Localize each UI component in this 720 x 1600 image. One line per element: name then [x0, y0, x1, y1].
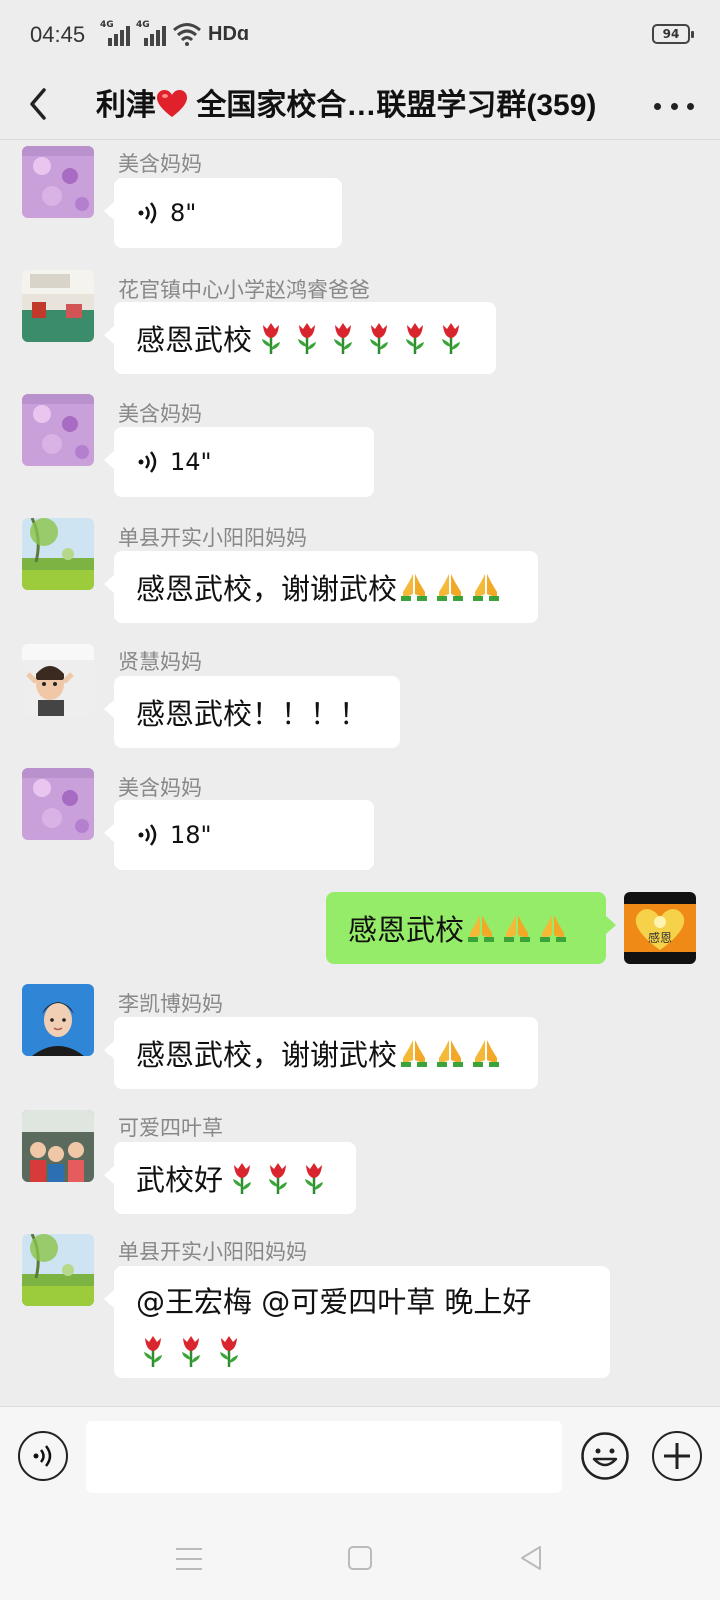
status-time: 04:45 — [30, 22, 86, 47]
text-message[interactable]: 感恩武校！！！！ — [104, 676, 400, 748]
nav-back-icon[interactable] — [518, 1544, 544, 1572]
system-navigation-bar — [0, 1524, 720, 1600]
voice-wave-icon — [138, 202, 157, 224]
tulip-emoji-icon — [269, 1163, 288, 1194]
text-message[interactable]: 感恩武校，谢谢武校 — [104, 1017, 538, 1089]
text-message[interactable]: 感恩武校 — [104, 302, 496, 374]
avatar[interactable] — [22, 518, 94, 590]
battery-level: 94 — [662, 27, 680, 41]
text-message[interactable]: 武校好 — [104, 1142, 356, 1214]
input-bar — [0, 1406, 720, 1524]
avatar[interactable] — [22, 146, 94, 218]
emoji-group — [229, 1161, 327, 1195]
avatar[interactable] — [22, 644, 94, 716]
battery-icon: 94 — [652, 24, 694, 44]
message-list[interactable]: 美含妈妈 8" 花官镇中心小学赵鸿睿爸爸 感恩武校 美含妈妈 14" 单县开实小… — [0, 140, 720, 1406]
home-icon[interactable] — [348, 1546, 372, 1570]
voice-message[interactable]: 8" — [104, 178, 342, 248]
status-bar: 04:45 4G 4G HDɑ 94 — [0, 0, 720, 72]
message-text: 武校好 — [136, 1163, 224, 1197]
chat-header: 利津 全国家校合…联盟学习群(359) — [0, 72, 720, 140]
sender-name: 美含妈妈 — [118, 402, 202, 426]
own-text-message[interactable]: 感恩武校 — [326, 892, 616, 964]
chat-title-text: 全国家校合…联盟学习群(359) — [188, 89, 597, 122]
tulip-emoji-icon — [144, 1336, 162, 1367]
voice-input-button[interactable] — [18, 1431, 68, 1481]
voice-duration: 18" — [170, 821, 212, 849]
message-text: 感恩武校 — [136, 323, 253, 357]
voice-wave-icon — [138, 451, 157, 473]
emoji-group — [399, 1038, 501, 1068]
hd-voice-label: HDɑ — [208, 22, 250, 45]
avatar[interactable] — [22, 1110, 94, 1182]
tulip-emoji-icon — [370, 323, 389, 354]
avatar[interactable] — [22, 984, 94, 1056]
folded-hands-emoji-icon — [401, 574, 428, 601]
emoji-button-icon[interactable] — [580, 1431, 630, 1481]
tulip-emoji-icon — [442, 323, 461, 354]
sender-name: 李凯博妈妈 — [118, 992, 223, 1016]
status-icons: 4G 4G HDɑ — [100, 20, 250, 46]
tulip-emoji-icon — [262, 323, 281, 354]
recent-apps-icon[interactable] — [176, 1548, 202, 1570]
emoji-group — [466, 913, 568, 943]
back-arrow-icon[interactable] — [20, 82, 60, 126]
voice-duration: 14" — [170, 448, 212, 476]
folded-hands-emoji-icon — [437, 1040, 464, 1067]
folded-hands-emoji-icon — [473, 1040, 500, 1067]
folded-hands-emoji-icon — [437, 574, 464, 601]
message-text: @王宏梅 @可爱四叶草 晚上好 — [136, 1285, 532, 1319]
folded-hands-emoji-icon — [401, 1040, 428, 1067]
voice-wave-icon — [138, 824, 157, 846]
message-text: 感恩武校 — [348, 913, 465, 947]
sender-name: 贤慧妈妈 — [118, 650, 202, 674]
tulip-emoji-icon — [334, 323, 353, 354]
tulip-emoji-icon — [298, 323, 317, 354]
cell-signal-icon: 4G — [100, 20, 130, 46]
folded-hands-emoji-icon — [540, 915, 567, 942]
avatar[interactable] — [22, 768, 94, 840]
emoji-group — [140, 1334, 242, 1368]
voice-duration: 8" — [170, 199, 197, 227]
voice-message[interactable]: 14" — [104, 427, 374, 497]
tulip-emoji-icon — [220, 1336, 238, 1367]
sender-name: 可爱四叶草 — [118, 1116, 223, 1140]
tulip-emoji-icon — [406, 323, 425, 354]
avatar[interactable] — [22, 394, 94, 466]
tulip-emoji-icon — [233, 1163, 252, 1194]
tulip-emoji-icon — [182, 1336, 200, 1367]
avatar[interactable] — [22, 1234, 94, 1306]
cell-signal-icon: 4G — [136, 20, 166, 46]
text-message[interactable]: @王宏梅 @可爱四叶草 晚上好 — [104, 1266, 610, 1378]
folded-hands-emoji-icon — [504, 915, 531, 942]
chat-title: 利津 全国家校合…联盟学习群(359) — [96, 80, 626, 124]
message-text: 感恩武校，谢谢武校 — [136, 572, 398, 606]
folded-hands-emoji-icon — [468, 915, 495, 942]
message-input[interactable] — [86, 1421, 562, 1493]
message-text: 感恩武校！！！！ — [136, 697, 369, 731]
avatar[interactable] — [22, 270, 94, 342]
voice-message[interactable]: 18" — [104, 800, 374, 870]
more-options-icon[interactable] — [654, 86, 694, 126]
wifi-icon — [173, 23, 201, 46]
tulip-emoji-icon — [305, 1163, 324, 1194]
emoji-group — [399, 572, 501, 602]
avatar-caption: 感恩 — [648, 930, 672, 945]
sender-name: 单县开实小阳阳妈妈 — [118, 526, 307, 550]
folded-hands-emoji-icon — [473, 574, 500, 601]
message-text: 感恩武校，谢谢武校 — [136, 1038, 398, 1072]
sender-name: 美含妈妈 — [118, 776, 202, 800]
sender-name: 花官镇中心小学赵鸿睿爸爸 — [118, 278, 370, 302]
red-heart-icon — [157, 90, 187, 117]
more-functions-button[interactable] — [652, 1431, 702, 1481]
sender-name: 单县开实小阳阳妈妈 — [118, 1240, 307, 1264]
emoji-group — [258, 321, 464, 355]
own-avatar[interactable]: 感恩 — [624, 892, 696, 964]
sender-name: 美含妈妈 — [118, 152, 202, 176]
chat-title-prefix: 利津 — [96, 89, 156, 122]
text-message[interactable]: 感恩武校，谢谢武校 — [104, 551, 538, 623]
voice-wave-icon — [33, 1445, 52, 1467]
